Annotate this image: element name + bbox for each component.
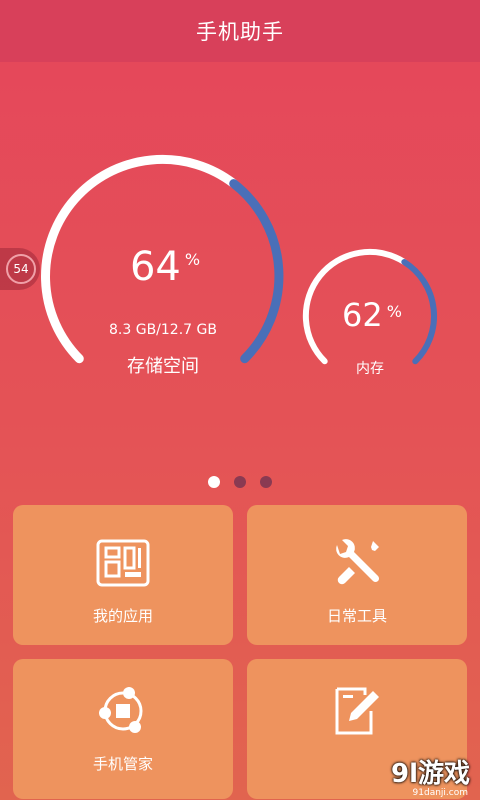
page-dot-2[interactable] — [234, 476, 246, 488]
tile-phone-manager[interactable]: 手机管家 — [13, 659, 233, 799]
memory-percent-unit: % — [386, 302, 402, 321]
tile-label: 手机管家 — [92, 755, 153, 773]
storage-percent-unit: % — [184, 250, 201, 269]
page-dot-3[interactable] — [260, 476, 272, 488]
site-watermark: 9l游戏 91danji.com — [390, 753, 470, 798]
page-dot-1[interactable] — [208, 476, 220, 488]
memory-label[interactable]: 内存 — [330, 358, 410, 378]
manager-icon — [99, 687, 143, 733]
memory-percent: 62% — [322, 296, 422, 334]
tile-label: 我的应用 — [92, 607, 153, 625]
edit-note-icon — [335, 687, 379, 735]
apps-grid-icon — [96, 539, 150, 587]
storage-percent-value: 64 — [129, 244, 181, 290]
gauges — [41, 155, 438, 365]
watermark-sub: 91danji.com — [412, 788, 468, 798]
tile-label: 日常工具 — [326, 607, 387, 625]
storage-detail: 8.3 GB/12.7 GB — [109, 322, 217, 338]
memory-percent-value: 62 — [342, 296, 383, 334]
storage-label[interactable]: 存储空间 — [88, 352, 238, 378]
storage-percent: 64% — [100, 244, 230, 290]
tile-daily-tools[interactable]: 日常工具 — [247, 505, 467, 645]
tools-icon — [336, 539, 380, 585]
page-indicator — [0, 476, 480, 488]
storage-gauge-fill — [229, 179, 284, 364]
watermark-text: 9l游戏 — [390, 759, 470, 789]
tile-my-apps[interactable]: 我的应用 — [13, 505, 233, 645]
